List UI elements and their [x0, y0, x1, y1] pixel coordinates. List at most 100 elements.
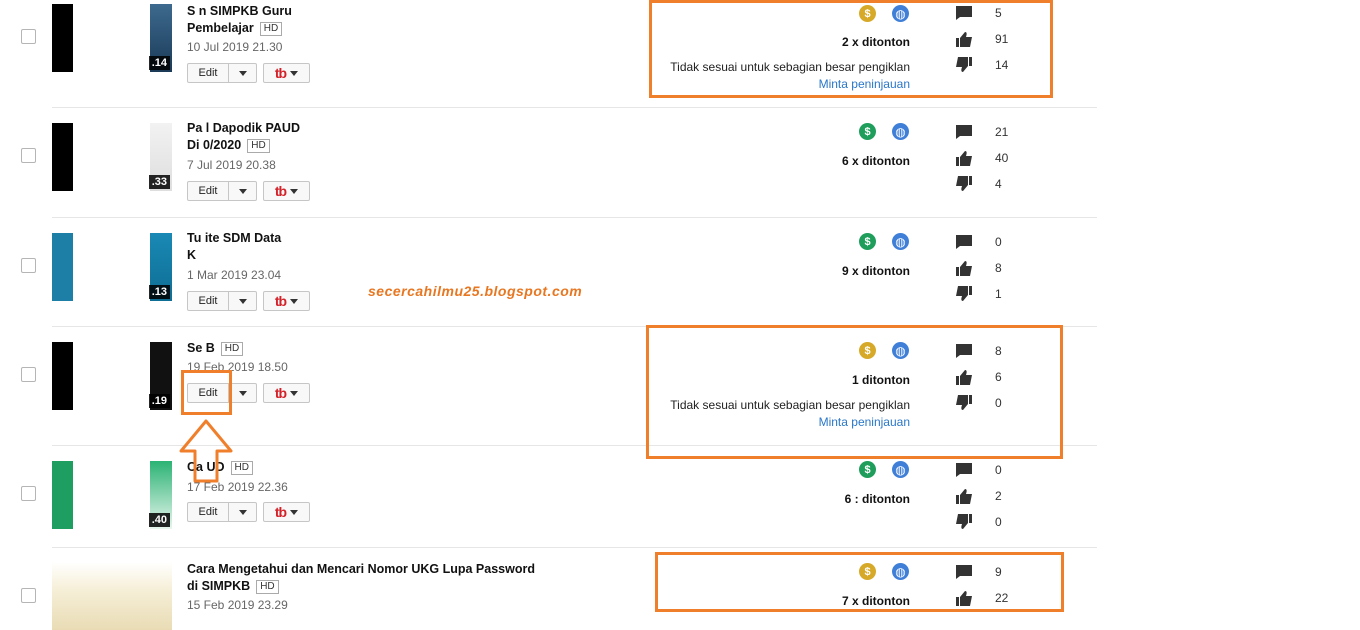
- tubebuddy-button[interactable]: tb: [263, 502, 310, 522]
- tubebuddy-logo: tb: [274, 183, 287, 199]
- publish-date: 10 Jul 2019 21.30: [187, 40, 283, 54]
- thumbs-up-icon: [956, 151, 972, 166]
- video-thumbnail[interactable]: [52, 562, 172, 630]
- video-title-line1: Pa l Dapodik PAUD: [187, 121, 300, 135]
- redaction-mask: [73, 233, 151, 301]
- edit-dropdown-button[interactable]: [229, 291, 257, 311]
- redaction-mask: [73, 461, 151, 529]
- edit-button[interactable]: Edit: [187, 63, 229, 83]
- highlight-box: [649, 0, 1053, 98]
- dislike-count: 1: [995, 287, 1002, 301]
- view-count: 6 : ditonton: [844, 492, 910, 506]
- dollar-icon[interactable]: $: [859, 123, 876, 140]
- comment-icon: [956, 463, 972, 477]
- like-count: 2: [995, 489, 1002, 503]
- row-checkbox[interactable]: [21, 486, 36, 501]
- edit-button[interactable]: Edit: [187, 291, 229, 311]
- globe-icon[interactable]: ◍: [892, 461, 909, 478]
- dislike-count: 4: [995, 177, 1002, 191]
- tubebuddy-button[interactable]: tb: [263, 63, 310, 83]
- publish-date: 1 Mar 2019 23.04: [187, 268, 282, 282]
- video-title[interactable]: Se B HD: [187, 340, 547, 357]
- edit-button-group: Edit: [187, 63, 257, 83]
- row-checkbox[interactable]: [21, 258, 36, 273]
- video-title[interactable]: Cara Mengetahui dan Mencari Nomor UKG Lu…: [187, 561, 547, 595]
- like-count: 40: [995, 151, 1009, 165]
- edit-button[interactable]: Edit: [187, 502, 229, 522]
- comment-count: 0: [995, 463, 1002, 477]
- dollar-icon[interactable]: $: [859, 461, 876, 478]
- chevron-down-icon: [238, 390, 247, 396]
- row-divider: [52, 107, 1097, 108]
- redaction-mask: [73, 4, 151, 72]
- redaction-mask: [73, 342, 151, 410]
- video-title[interactable]: Tu ite SDM Data K: [187, 230, 547, 264]
- edit-dropdown-button[interactable]: [229, 181, 257, 201]
- video-title-line1: Cara Mengetahui dan Mencari Nomor UKG Lu…: [187, 562, 535, 576]
- video-title-line1: Se B: [187, 341, 215, 355]
- thumbs-up-icon: [956, 261, 972, 276]
- chevron-down-icon: [290, 70, 299, 76]
- highlight-box: [646, 325, 1063, 459]
- dislike-count: 0: [995, 515, 1002, 529]
- video-title-line2: di SIMPKB: [187, 579, 251, 593]
- video-thumbnail[interactable]: .14: [52, 4, 172, 72]
- video-title[interactable]: Ca UD HD: [187, 459, 547, 476]
- edit-dropdown-button[interactable]: [229, 383, 257, 403]
- edit-highlight-box: [181, 370, 232, 415]
- chevron-down-icon: [238, 70, 247, 76]
- edit-button[interactable]: Edit: [187, 181, 229, 201]
- chevron-down-icon: [238, 509, 247, 515]
- video-duration: .19: [148, 394, 170, 408]
- hd-badge: HD: [247, 139, 270, 153]
- row-checkbox[interactable]: [21, 588, 36, 603]
- view-count: 9 x ditonton: [842, 264, 910, 278]
- edit-button-group: Edit: [187, 502, 257, 522]
- globe-icon[interactable]: ◍: [892, 233, 909, 250]
- video-title[interactable]: S n SIMPKB Guru Pembelajar HD: [187, 3, 547, 37]
- view-count: 6 x ditonton: [842, 154, 910, 168]
- video-duration: .33: [148, 175, 170, 189]
- row-checkbox[interactable]: [21, 148, 36, 163]
- chevron-down-icon: [238, 188, 247, 194]
- redaction-mask: [73, 123, 151, 191]
- tubebuddy-button[interactable]: tb: [263, 383, 310, 403]
- video-thumbnail[interactable]: .33: [52, 123, 172, 191]
- dollar-icon[interactable]: $: [859, 233, 876, 250]
- row-checkbox[interactable]: [21, 29, 36, 44]
- video-title-line2: Di 0/2020: [187, 138, 242, 152]
- thumbs-down-icon: [956, 286, 972, 301]
- video-title-line2: K: [187, 248, 197, 262]
- tubebuddy-button[interactable]: tb: [263, 291, 310, 311]
- tubebuddy-logo: tb: [274, 293, 287, 309]
- edit-button-group: Edit: [187, 291, 257, 311]
- up-arrow-annotation: [179, 419, 233, 483]
- chevron-down-icon: [290, 390, 299, 396]
- comment-icon: [956, 125, 972, 139]
- tubebuddy-logo: tb: [274, 65, 287, 81]
- publish-date: 15 Feb 2019 23.29: [187, 598, 288, 612]
- chevron-down-icon: [290, 188, 299, 194]
- edit-dropdown-button[interactable]: [229, 63, 257, 83]
- video-title-line2: Pembelajar: [187, 21, 254, 35]
- row-checkbox[interactable]: [21, 367, 36, 382]
- video-duration: .13: [148, 285, 170, 299]
- video-duration: .14: [148, 56, 170, 70]
- highlight-box: [655, 552, 1064, 612]
- video-title-line1: Tu ite SDM Data: [187, 231, 282, 245]
- comment-count: 21: [995, 125, 1009, 139]
- video-thumbnail[interactable]: .19: [52, 342, 172, 410]
- video-thumbnail[interactable]: .40: [52, 461, 172, 529]
- edit-dropdown-button[interactable]: [229, 502, 257, 522]
- chevron-down-icon: [238, 298, 247, 304]
- chevron-down-icon: [290, 509, 299, 515]
- tubebuddy-button[interactable]: tb: [263, 181, 310, 201]
- thumbs-down-icon: [956, 176, 972, 191]
- tubebuddy-logo: tb: [274, 385, 287, 401]
- video-thumbnail[interactable]: .13: [52, 233, 172, 301]
- video-title[interactable]: Pa l Dapodik PAUD Di 0/2020 HD: [187, 120, 547, 154]
- globe-icon[interactable]: ◍: [892, 123, 909, 140]
- watermark-text: secercahilmu25.blogspot.com: [368, 283, 583, 299]
- thumbs-up-icon: [956, 489, 972, 504]
- thumbs-down-icon: [956, 514, 972, 529]
